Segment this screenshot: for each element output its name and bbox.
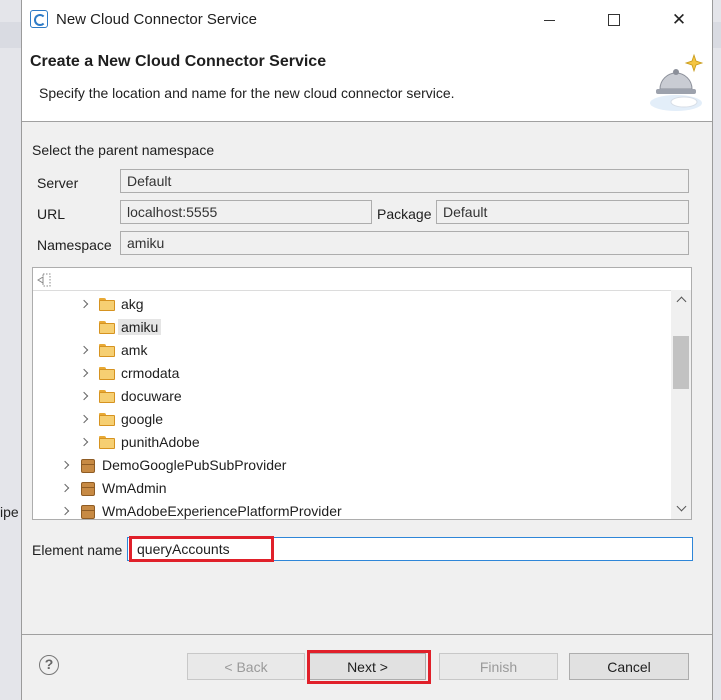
chevron-right-icon[interactable] <box>80 299 90 309</box>
close-button[interactable]: ✕ <box>657 6 701 34</box>
chevron-right-icon[interactable] <box>80 437 90 447</box>
page-description: Specify the location and name for the ne… <box>39 85 455 101</box>
tree-node-folder[interactable]: punithAdobe <box>80 430 200 453</box>
cloud-connector-app-icon <box>30 10 48 28</box>
tree-node-label: amk <box>121 341 148 358</box>
package-field: Default <box>436 200 689 224</box>
chevron-right-icon[interactable] <box>80 368 90 378</box>
background-band <box>0 22 21 48</box>
help-icon[interactable]: ? <box>39 655 59 675</box>
wizard-dialog: New Cloud Connector Service ✕ Create a N… <box>21 0 713 700</box>
tree-node-label: punithAdobe <box>121 433 200 450</box>
server-label: Server <box>37 175 79 191</box>
collapse-all-icon[interactable] <box>37 272 53 288</box>
namespace-label: Namespace <box>37 237 112 253</box>
chevron-right-icon[interactable] <box>61 506 71 516</box>
tree-node-folder[interactable]: docuware <box>80 384 182 407</box>
background-window-left: ipe <box>0 0 21 700</box>
folder-icon <box>99 297 115 311</box>
minimize-button[interactable] <box>527 6 571 34</box>
folder-icon <box>99 412 115 426</box>
tree-node-package[interactable]: WmAdobeExperiencePlatformProvider <box>61 499 342 519</box>
finish-button[interactable]: Finish <box>439 653 558 680</box>
chevron-right-icon[interactable] <box>80 345 90 355</box>
folder-icon <box>99 343 115 357</box>
scroll-down-icon[interactable] <box>671 499 691 519</box>
element-name-input[interactable] <box>127 537 693 561</box>
title-bar[interactable]: New Cloud Connector Service ✕ <box>22 0 712 41</box>
tree-node-label: DemoGooglePubSubProvider <box>102 456 287 473</box>
tree-node-label: amiku <box>118 318 162 335</box>
cancel-button[interactable]: Cancel <box>569 653 689 680</box>
folder-icon <box>99 366 115 380</box>
background-cut-text: ipe <box>0 504 19 520</box>
tree-node-label: WmAdmin <box>102 479 167 496</box>
wizard-service-bell-icon <box>650 53 704 111</box>
tree-node-folder[interactable]: google <box>80 407 163 430</box>
chevron-right-icon[interactable] <box>80 414 90 424</box>
next-button[interactable]: Next > <box>309 653 426 680</box>
folder-icon <box>99 435 115 449</box>
parent-namespace-label: Select the parent namespace <box>32 142 215 158</box>
footer-divider <box>22 634 712 635</box>
scroll-up-icon[interactable] <box>671 290 691 310</box>
background-band <box>713 22 721 48</box>
url-field: localhost:5555 <box>120 200 372 224</box>
tree-node-label: google <box>121 410 164 427</box>
background-window-right <box>713 0 721 700</box>
server-field: Default <box>120 169 689 193</box>
scrollbar-thumb[interactable] <box>673 336 689 389</box>
maximize-button[interactable] <box>592 6 636 34</box>
chevron-right-icon[interactable] <box>61 460 71 470</box>
folder-open-icon <box>99 320 115 334</box>
package-icon <box>80 457 96 473</box>
namespace-field: amiku <box>120 231 689 255</box>
tree-node-package[interactable]: WmAdmin <box>61 476 167 499</box>
page-title: Create a New Cloud Connector Service <box>30 53 327 70</box>
tree-list: akg amiku amk crmodata docuware google p… <box>33 290 671 519</box>
package-icon <box>80 480 96 496</box>
tree-node-folder[interactable]: akg <box>80 292 144 315</box>
window-title: New Cloud Connector Service <box>56 11 257 28</box>
wizard-banner: Create a New Cloud Connector Service Spe… <box>22 41 712 122</box>
url-label: URL <box>37 206 66 222</box>
chevron-right-icon[interactable] <box>61 483 71 493</box>
package-icon <box>80 503 96 519</box>
tree-scrollbar[interactable] <box>671 290 691 519</box>
tree-node-label: docuware <box>121 387 182 404</box>
namespace-tree[interactable]: akg amiku amk crmodata docuware google p… <box>32 267 692 520</box>
chevron-right-icon[interactable] <box>80 391 90 401</box>
tree-node-folder-selected[interactable]: amiku <box>80 315 162 338</box>
package-label: Package <box>377 206 432 222</box>
tree-node-package[interactable]: DemoGooglePubSubProvider <box>61 453 286 476</box>
folder-icon <box>99 389 115 403</box>
tree-node-label: crmodata <box>121 364 180 381</box>
chevron-placeholder <box>80 322 90 332</box>
element-name-label: Element name <box>32 542 123 558</box>
tree-node-label: akg <box>121 295 144 312</box>
tree-node-label: WmAdobeExperiencePlatformProvider <box>102 502 342 519</box>
tree-node-folder[interactable]: amk <box>80 338 147 361</box>
tree-node-folder[interactable]: crmodata <box>80 361 179 384</box>
back-button[interactable]: < Back <box>187 653 305 680</box>
